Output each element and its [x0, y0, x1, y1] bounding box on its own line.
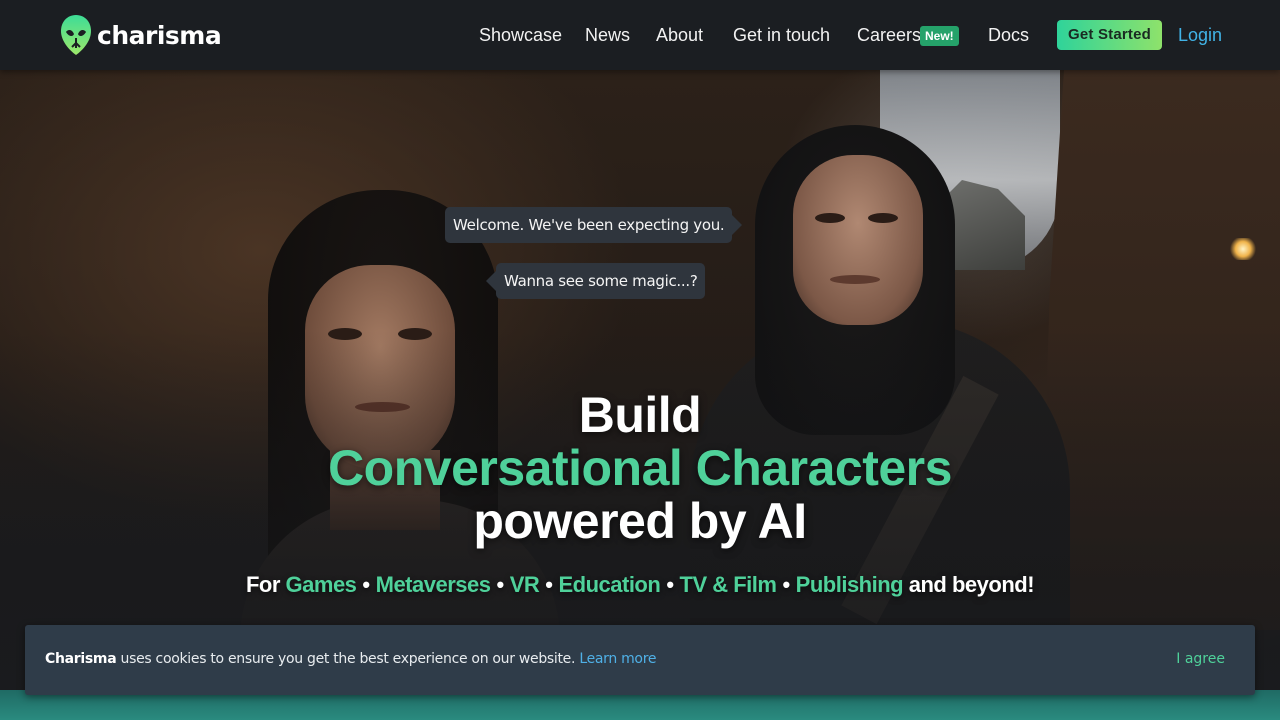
tagline-separator: •	[496, 572, 505, 597]
new-badge: New!	[920, 26, 959, 46]
tagline-prefix: For	[245, 572, 280, 597]
cookie-banner: Charisma uses cookies to ensure you get …	[25, 625, 1255, 695]
cookie-message: Charisma uses cookies to ensure you get …	[45, 651, 656, 667]
tagline-separator: •	[782, 572, 790, 597]
tagline-metaverses: Metaverses	[375, 572, 491, 597]
tagline-games: Games	[285, 572, 357, 597]
hero-tagline: For Games • Metaverses • VR • Education • TV & F…	[0, 572, 1280, 598]
tagline-separator: •	[545, 572, 553, 597]
learn-more-link[interactable]: Learn more	[579, 651, 656, 667]
hero-section: Welcome. We've been expecting you. Wanna…	[0, 70, 1280, 720]
headline-line-2: Conversational Characters	[328, 440, 952, 496]
tagline-separator: •	[362, 572, 370, 597]
headline-line-3: powered by AI	[473, 493, 807, 549]
alien-head-icon	[60, 14, 92, 56]
chat-bubble-male: Welcome. We've been expecting you.	[445, 207, 743, 243]
nav-news[interactable]: News	[585, 24, 630, 46]
headline-line-1: Build	[578, 387, 702, 443]
tagline-suffix: and beyond!	[908, 572, 1035, 597]
top-navbar: charisma Showcase News About Get in touc…	[0, 0, 1280, 70]
cookie-brand: Charisma	[45, 651, 117, 667]
tagline-separator: •	[666, 572, 674, 597]
tagline-vr: VR	[509, 572, 540, 597]
tagline-tv-film: TV & Film	[679, 572, 777, 597]
cookie-text: uses cookies to ensure you get the best …	[120, 651, 576, 667]
brand-logo[interactable]: charisma	[60, 14, 222, 56]
chat-bubble-female: Wanna see some magic...?	[485, 263, 706, 299]
cookie-agree-button[interactable]: I agree	[1176, 651, 1225, 667]
nav-about[interactable]: About	[656, 24, 703, 46]
nav-get-in-touch[interactable]: Get in touch	[733, 24, 830, 46]
tagline-publishing: Publishing	[795, 572, 904, 597]
login-link[interactable]: Login	[1178, 24, 1222, 46]
brand-name: charisma	[97, 20, 222, 50]
get-started-button[interactable]: Get Started	[1057, 20, 1162, 50]
nav-careers[interactable]: Careers	[857, 24, 921, 46]
tagline-education: Education	[558, 572, 661, 597]
nav-docs[interactable]: Docs	[988, 24, 1029, 46]
nav-showcase[interactable]: Showcase	[479, 24, 562, 46]
